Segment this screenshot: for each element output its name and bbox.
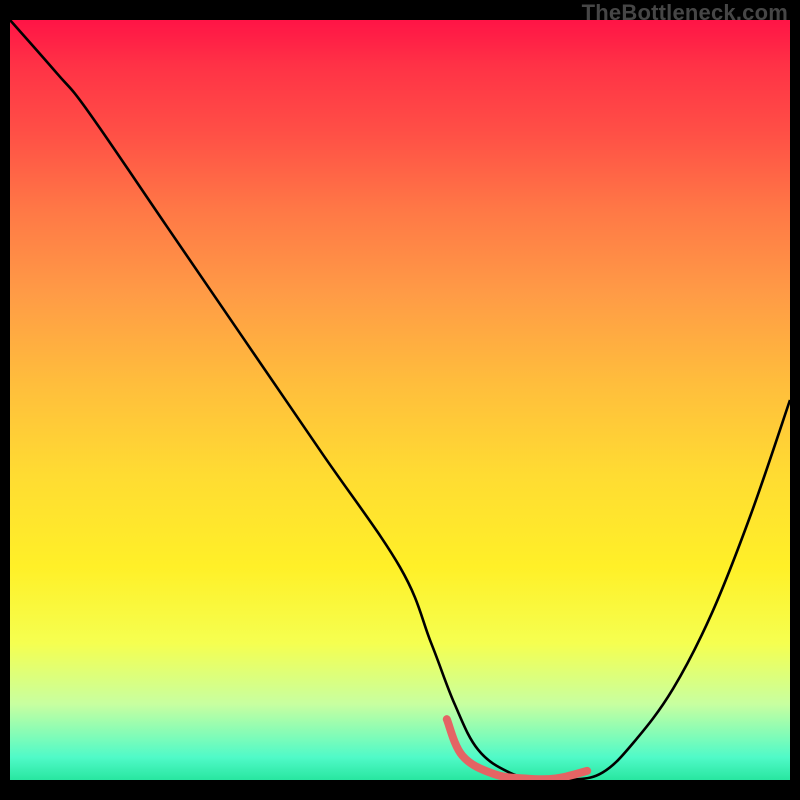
optimal-flat-indicator <box>447 719 587 779</box>
chart-container: TheBottleneck.com <box>10 0 790 780</box>
bottleneck-curve <box>10 20 790 780</box>
chart-overlay <box>10 20 790 780</box>
